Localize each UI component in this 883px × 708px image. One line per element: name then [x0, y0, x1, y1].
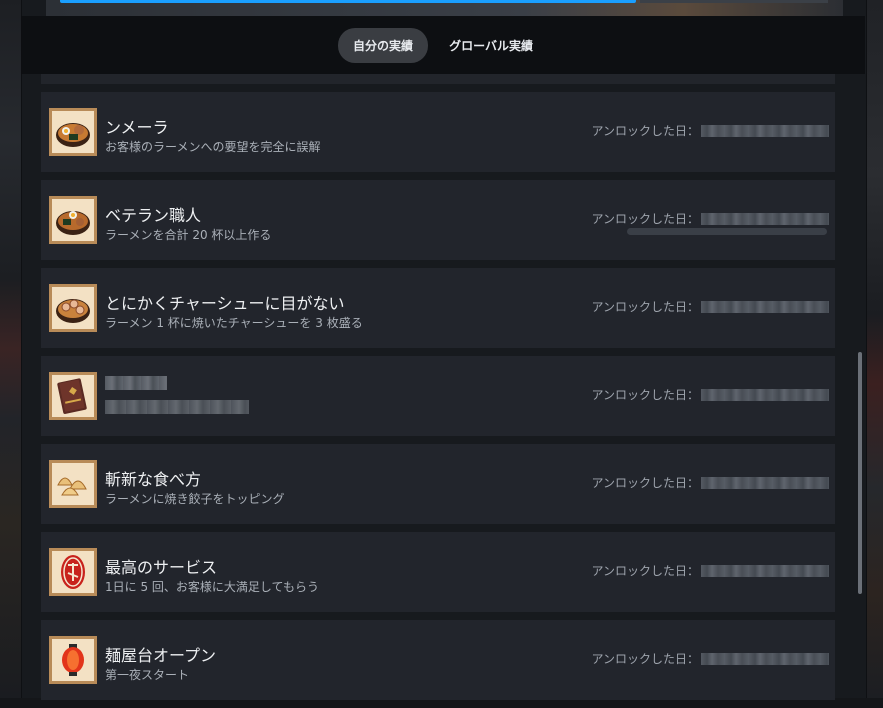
redacted-date [701, 300, 829, 313]
unlock-label: アンロックした日： [591, 300, 699, 314]
redacted-date [701, 124, 829, 137]
unlock-label: アンロックした日： [591, 564, 699, 578]
list-item-partial [41, 74, 835, 84]
redacted-date [701, 652, 829, 665]
achievement-title: 麺屋台オープン [105, 646, 217, 665]
achievement-title: ベテラン職人 [105, 206, 202, 225]
ramen-bowl-icon [49, 196, 97, 244]
background-right [865, 0, 883, 698]
unlock-label: アンロックした日： [591, 124, 699, 138]
ramen-bowl-icon [49, 108, 97, 156]
achievement-progress-bar [627, 228, 827, 235]
red-stamp-icon [49, 548, 97, 596]
achievement-row[interactable]: とにかくチャーシューに目がない ラーメン 1 杯に焼いたチャーシューを 3 枚盛… [41, 268, 835, 348]
achievement-description: 第一夜スタート [105, 668, 190, 682]
redacted-title [105, 376, 167, 390]
unlock-label: アンロックした日： [591, 388, 699, 402]
progress-bar-overall [60, 0, 636, 3]
tab-my-achievements[interactable]: 自分の実績 [338, 27, 429, 63]
unlock-date: アンロックした日： [591, 474, 829, 491]
achievement-title: 斬新な食べ方 [105, 470, 202, 489]
unlock-label: アンロックした日： [591, 212, 699, 226]
redacted-date [701, 388, 829, 401]
achievement-row[interactable]: 最高のサービス 1日に 5 回、お客様に大満足してもらう アンロックした日： [41, 532, 835, 612]
unlock-label: アンロックした日： [591, 652, 699, 666]
achievement-row[interactable]: アンロックした日： [41, 356, 835, 436]
unlock-date: アンロックした日： [591, 562, 829, 579]
redacted-date [701, 564, 829, 577]
achievement-description: 1日に 5 回、お客様に大満足してもらう [105, 580, 319, 594]
book-icon [49, 372, 97, 420]
achievement-description: ラーメンを合計 20 杯以上作る [105, 228, 272, 242]
redacted-date [701, 476, 829, 489]
redacted-date [701, 212, 829, 225]
achievement-row[interactable]: 斬新な食べ方 ラーメンに焼き餃子をトッピング アンロックした日： [41, 444, 835, 524]
tab-global-achievements[interactable]: グローバル実績 [434, 28, 548, 63]
progress-bar-track [640, 0, 828, 3]
chashu-ramen-icon [49, 284, 97, 332]
achievement-title: ンメーラ [105, 118, 169, 137]
redacted-description [105, 400, 249, 414]
achievement-row[interactable]: ベテラン職人 ラーメンを合計 20 杯以上作る アンロックした日： [41, 180, 835, 260]
unlock-date: アンロックした日： [591, 122, 829, 139]
unlock-label: アンロックした日： [591, 476, 699, 490]
achievement-row[interactable]: ンメーラ お客様のラーメンへの要望を完全に誤解 アンロックした日： [41, 92, 835, 172]
achievement-description: ラーメン 1 杯に焼いたチャーシューを 3 枚盛る [105, 316, 363, 330]
unlock-date: アンロックした日： [591, 298, 829, 315]
achievement-row[interactable]: 麺屋台オープン 第一夜スタート アンロックした日： [41, 620, 835, 700]
achievement-description: ラーメンに焼き餃子をトッピング [105, 492, 285, 506]
unlock-date: アンロックした日： [591, 210, 829, 227]
tab-bar: 自分の実績 グローバル実績 [21, 16, 865, 74]
gyoza-icon [49, 460, 97, 508]
unlock-date: アンロックした日： [591, 650, 829, 667]
unlock-date: アンロックした日： [591, 386, 829, 403]
achievement-title: とにかくチャーシューに目がない [105, 294, 345, 313]
lantern-icon [49, 636, 97, 684]
scrollbar-thumb[interactable] [858, 352, 862, 594]
achievement-description: お客様のラーメンへの要望を完全に誤解 [105, 140, 321, 154]
achievement-list: ンメーラ お客様のラーメンへの要望を完全に誤解 アンロックした日： ベテラン職人… [41, 74, 835, 708]
achievement-title: 最高のサービス [105, 558, 218, 577]
background-left [0, 0, 21, 698]
